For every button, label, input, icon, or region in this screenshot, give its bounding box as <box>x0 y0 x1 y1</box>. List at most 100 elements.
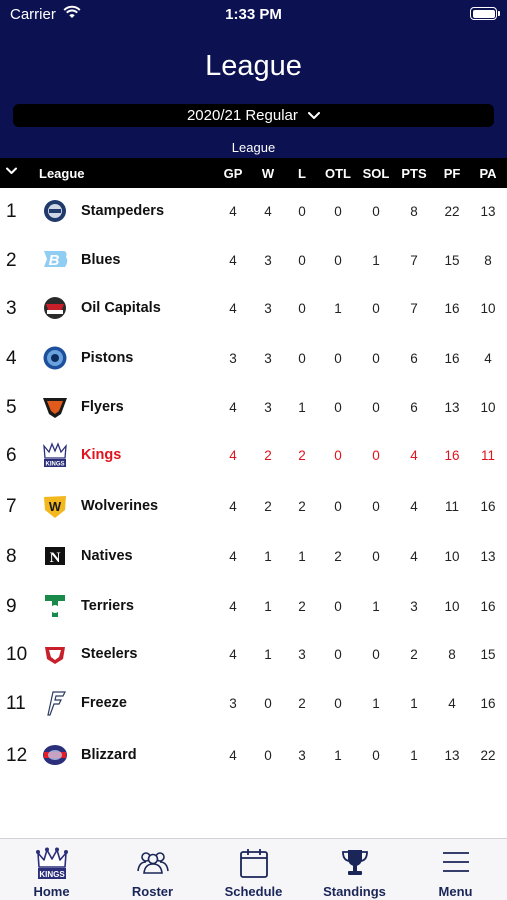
tab-home[interactable]: KINGS Home <box>1 839 102 900</box>
stat-pf: 10 <box>444 599 460 614</box>
stat-gp: 4 <box>229 647 237 662</box>
terriers-logo <box>45 595 65 617</box>
stat-pts: 1 <box>410 748 418 763</box>
standings-row[interactable]: 4 Pistons 3 3 0 0 0 6 16 4 <box>0 337 507 377</box>
column-header-pf[interactable]: PF <box>432 166 472 181</box>
standings-row[interactable]: 1 Stampeders 4 4 0 0 0 8 22 13 <box>0 190 507 230</box>
team-name: Natives <box>81 548 133 564</box>
stat-otl: 1 <box>334 748 342 763</box>
calendar-icon <box>239 849 268 878</box>
stat-sol: 0 <box>372 549 380 564</box>
standings-row[interactable]: 5 Flyers 4 3 1 0 0 6 13 10 <box>0 386 507 426</box>
standings-row[interactable]: 10 Steelers 4 1 3 0 0 2 8 15 <box>0 633 507 673</box>
rank: 3 <box>6 298 17 319</box>
hamburger-menu-icon <box>442 852 469 872</box>
stat-l: 0 <box>298 253 306 268</box>
stat-gp: 4 <box>229 253 237 268</box>
stat-gp: 4 <box>229 204 237 219</box>
standings-row[interactable]: 3 Oil Capitals 4 3 0 1 0 7 16 10 <box>0 287 507 327</box>
people-icon <box>136 852 169 874</box>
stat-pa: 22 <box>480 748 496 763</box>
rank: 6 <box>6 445 17 466</box>
stat-pf: 22 <box>444 204 460 219</box>
stat-pa: 10 <box>480 400 496 415</box>
chevron-down-icon[interactable] <box>6 167 17 175</box>
rank: 4 <box>6 348 17 369</box>
stat-pf: 13 <box>444 400 460 415</box>
rank: 8 <box>6 546 17 567</box>
battery-icon <box>470 7 500 20</box>
tab-roster-label: Roster <box>131 884 174 899</box>
stat-otl: 0 <box>334 599 342 614</box>
standings-row[interactable]: 2 B Blues 4 3 0 0 1 7 15 8 <box>0 239 507 279</box>
stat-sol: 0 <box>372 301 380 316</box>
stat-sol: 0 <box>372 204 380 219</box>
stat-sol: 1 <box>372 599 380 614</box>
stat-gp: 4 <box>229 400 237 415</box>
rank: 1 <box>6 201 17 222</box>
stat-otl: 0 <box>334 696 342 711</box>
team-name: Pistons <box>81 350 134 366</box>
column-header-pa[interactable]: PA <box>468 166 507 181</box>
standings-row[interactable]: 12 Blizzard 4 0 3 1 0 1 13 22 <box>0 734 507 774</box>
stat-sol: 0 <box>372 647 380 662</box>
natives-logo: N <box>45 547 65 566</box>
team-name: Kings <box>81 447 122 463</box>
tab-menu[interactable]: Menu <box>405 839 506 900</box>
stat-pts: 4 <box>410 448 418 463</box>
stat-otl: 0 <box>334 204 342 219</box>
stat-l: 0 <box>298 301 306 316</box>
stat-gp: 4 <box>229 748 237 763</box>
kings-crown-icon: KINGS <box>35 847 68 879</box>
team-name: Freeze <box>81 695 127 711</box>
tab-roster[interactable]: Roster <box>102 839 203 900</box>
stat-sol: 0 <box>372 748 380 763</box>
column-header-otl[interactable]: OTL <box>318 166 358 181</box>
standings-row[interactable]: 7 W Wolverines 4 2 2 0 0 4 11 16 <box>0 485 507 525</box>
flyers-logo <box>43 398 67 418</box>
tab-schedule[interactable]: Schedule <box>203 839 304 900</box>
stampeders-logo <box>44 200 66 222</box>
kings-logo: KINGS <box>43 442 67 468</box>
tab-standings[interactable]: Standings <box>304 839 405 900</box>
svg-text:KINGS: KINGS <box>39 870 65 879</box>
tab-schedule-label: Schedule <box>224 884 283 899</box>
stat-pts: 8 <box>410 204 418 219</box>
stat-pf: 16 <box>444 448 460 463</box>
tab-home-label: Home <box>33 884 70 899</box>
stat-otl: 0 <box>334 253 342 268</box>
stat-l: 1 <box>298 549 306 564</box>
season-selector[interactable]: 2020/21 Regular <box>13 104 494 127</box>
stat-pts: 1 <box>410 696 418 711</box>
stat-pf: 11 <box>444 499 459 514</box>
stat-otl: 2 <box>334 549 342 564</box>
stat-otl: 0 <box>334 647 342 662</box>
page-title: League <box>205 50 302 82</box>
stat-l: 0 <box>298 351 306 366</box>
stat-pts: 2 <box>410 647 418 662</box>
league-subtitle: League <box>231 140 276 155</box>
stat-otl: 0 <box>334 448 342 463</box>
stat-l: 2 <box>298 696 306 711</box>
stat-l: 3 <box>298 748 306 763</box>
standings-row[interactable]: 11 Freeze 3 0 2 0 1 1 4 16 <box>0 682 507 722</box>
column-header-pts[interactable]: PTS <box>394 166 434 181</box>
stat-l: 3 <box>298 647 306 662</box>
stat-pa: 16 <box>480 499 496 514</box>
tab-bar: KINGS Home Roster Schedule Standings Men… <box>0 838 507 900</box>
trophy-icon <box>341 850 368 875</box>
column-header-l[interactable]: L <box>282 166 322 181</box>
stat-l: 2 <box>298 599 306 614</box>
stat-pf: 16 <box>444 351 460 366</box>
blues-logo: B <box>44 251 68 269</box>
stat-pts: 4 <box>410 499 418 514</box>
stat-pf: 8 <box>448 647 456 662</box>
standings-row[interactable]: 6 KINGS Kings 4 2 2 0 0 4 16 11 <box>0 434 507 474</box>
stat-gp: 4 <box>229 448 237 463</box>
standings-row[interactable]: 8 N Natives 4 1 1 2 0 4 10 13 <box>0 535 507 575</box>
stat-l: 2 <box>298 448 306 463</box>
column-header-sol[interactable]: SOL <box>356 166 396 181</box>
standings-row[interactable]: 9 Terriers 4 1 2 0 1 3 10 16 <box>0 585 507 625</box>
column-header-gp[interactable]: GP <box>213 166 253 181</box>
stat-pa: 16 <box>480 696 496 711</box>
